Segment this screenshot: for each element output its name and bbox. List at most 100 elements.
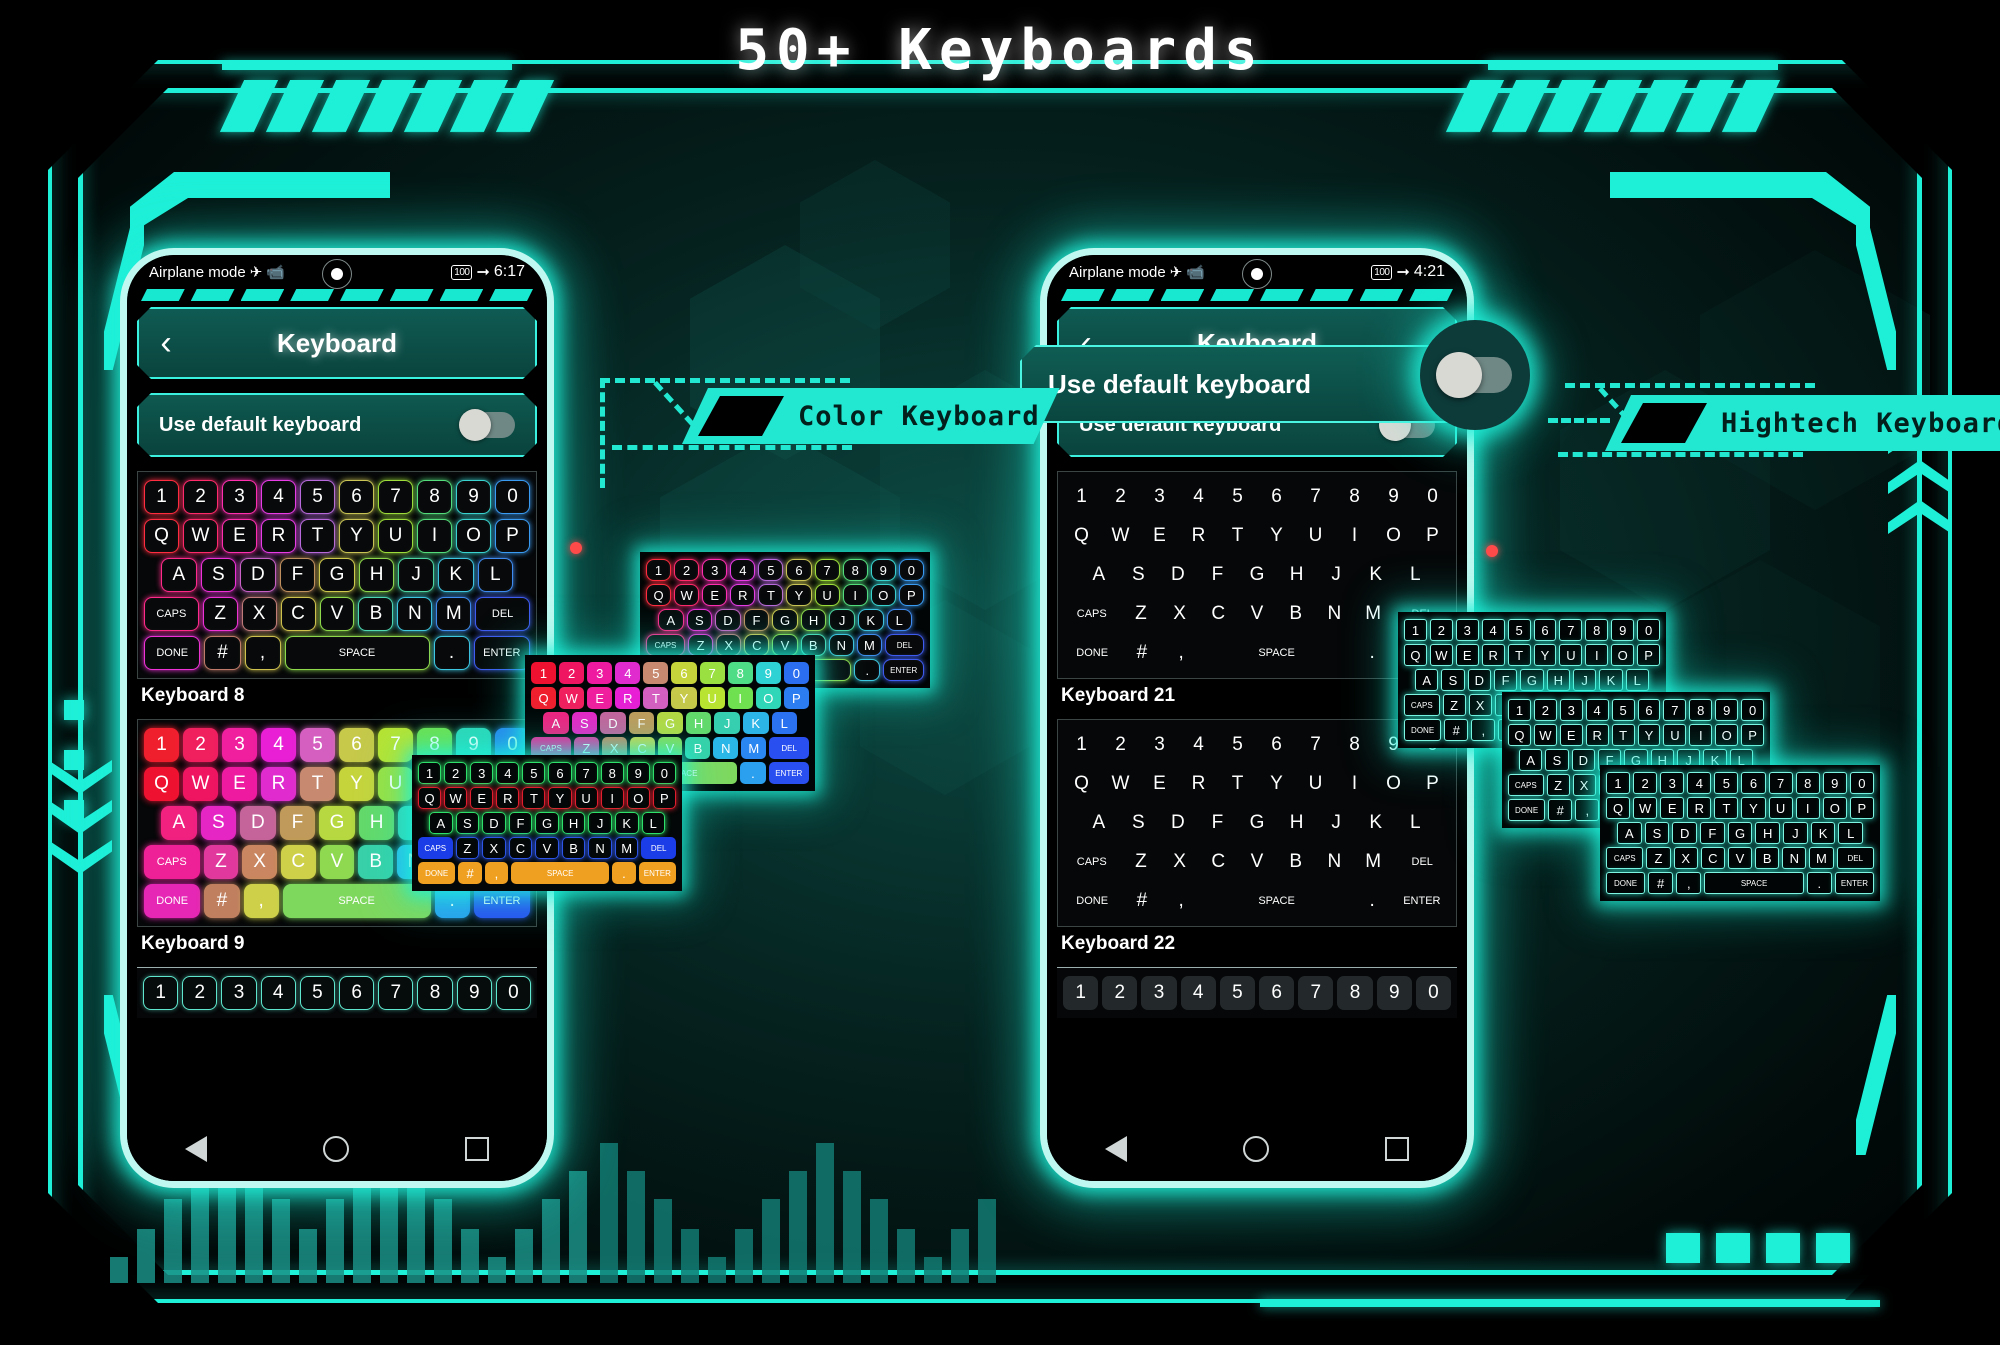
key-2[interactable]: 2 bbox=[1533, 699, 1557, 721]
key-b[interactable]: B bbox=[358, 845, 394, 879]
key-z[interactable]: Z bbox=[455, 837, 480, 859]
key-l[interactable]: L bbox=[771, 712, 798, 734]
key-w[interactable]: W bbox=[1103, 767, 1138, 801]
key-space[interactable]: SPACE bbox=[282, 884, 431, 918]
key-2[interactable]: 2 bbox=[1103, 728, 1138, 762]
key-s[interactable]: S bbox=[686, 609, 713, 631]
key-done[interactable]: DONE bbox=[1064, 636, 1121, 670]
key-n[interactable]: N bbox=[1782, 847, 1807, 869]
key-f[interactable]: F bbox=[1200, 558, 1236, 592]
key-done[interactable]: DONE bbox=[144, 884, 201, 918]
keyboard-card-21[interactable]: 1 2 3 4 5 6 7 8 9 0 Q W E R T Y U I O P … bbox=[1057, 471, 1457, 707]
key-x[interactable]: X bbox=[716, 634, 742, 656]
key-4[interactable]: 4 bbox=[260, 976, 296, 1010]
key-d[interactable]: D bbox=[482, 812, 506, 834]
key-x[interactable]: X bbox=[1162, 597, 1197, 631]
key-7[interactable]: 7 bbox=[699, 662, 725, 684]
key-q[interactable]: Q bbox=[1606, 797, 1631, 819]
key-enter[interactable]: ENTER bbox=[768, 762, 809, 784]
key-y[interactable]: Y bbox=[339, 519, 374, 553]
key-caps[interactable]: CAPS bbox=[1404, 694, 1440, 716]
key-v[interactable]: V bbox=[319, 597, 355, 631]
key-b[interactable]: B bbox=[358, 597, 394, 631]
key-space[interactable]: SPACE bbox=[511, 862, 610, 884]
key-i[interactable]: I bbox=[1795, 797, 1820, 819]
key-e[interactable]: E bbox=[1660, 797, 1685, 819]
key-i[interactable]: I bbox=[842, 584, 868, 606]
key-a[interactable]: A bbox=[161, 558, 197, 592]
key-8[interactable]: 8 bbox=[417, 976, 453, 1010]
key-2[interactable]: 2 bbox=[182, 976, 218, 1010]
key-h[interactable]: H bbox=[561, 812, 586, 834]
key-s[interactable]: S bbox=[1121, 558, 1157, 592]
key-hash[interactable]: # bbox=[204, 884, 240, 918]
key-t[interactable]: T bbox=[1714, 797, 1739, 819]
key-a[interactable]: A bbox=[543, 712, 569, 734]
key-u[interactable]: U bbox=[1663, 724, 1687, 746]
key-u[interactable]: U bbox=[699, 687, 725, 709]
key-q[interactable]: Q bbox=[1064, 519, 1099, 553]
key-y[interactable]: Y bbox=[1533, 644, 1557, 666]
key-y[interactable]: Y bbox=[1637, 724, 1661, 746]
key-4[interactable]: 4 bbox=[1481, 619, 1505, 641]
key-b[interactable]: B bbox=[685, 737, 711, 759]
key-g[interactable]: G bbox=[535, 812, 559, 834]
key-1[interactable]: 1 bbox=[1063, 976, 1099, 1010]
key-1[interactable]: 1 bbox=[144, 728, 179, 762]
magnified-toggle-knob[interactable] bbox=[1420, 320, 1530, 430]
key-comma[interactable]: , bbox=[243, 884, 279, 918]
keyboard-card-partial-right[interactable]: 1 2 3 4 5 6 7 8 9 0 bbox=[1057, 967, 1457, 1018]
key-8[interactable]: 8 bbox=[727, 662, 753, 684]
keyboard-preview-partial-right[interactable]: 1 2 3 4 5 6 7 8 9 0 bbox=[1057, 967, 1457, 1018]
key-4[interactable]: 4 bbox=[261, 728, 296, 762]
key-z[interactable]: Z bbox=[1124, 597, 1159, 631]
key-e[interactable]: E bbox=[222, 519, 257, 553]
key-w[interactable]: W bbox=[1633, 797, 1658, 819]
key-j[interactable]: J bbox=[1572, 669, 1597, 691]
key-h[interactable]: H bbox=[358, 558, 395, 592]
key-j[interactable]: J bbox=[1783, 822, 1808, 844]
key-7[interactable]: 7 bbox=[378, 480, 413, 514]
key-4[interactable]: 4 bbox=[1181, 728, 1216, 762]
use-default-keyboard-toggle[interactable] bbox=[459, 412, 515, 438]
key-r[interactable]: R bbox=[1687, 797, 1712, 819]
key-x[interactable]: X bbox=[482, 837, 506, 859]
key-x[interactable]: X bbox=[1673, 847, 1698, 869]
back-button[interactable]: ‹ bbox=[139, 326, 193, 360]
key-y[interactable]: Y bbox=[339, 767, 374, 801]
keyboard-preview-21[interactable]: 1 2 3 4 5 6 7 8 9 0 Q W E R T Y U I O P … bbox=[1057, 471, 1457, 679]
key-p[interactable]: P bbox=[1415, 767, 1450, 801]
key-9[interactable]: 9 bbox=[456, 976, 492, 1010]
key-v[interactable]: V bbox=[1727, 847, 1753, 869]
key-0[interactable]: 0 bbox=[1415, 976, 1452, 1010]
key-comma[interactable]: , bbox=[244, 636, 281, 670]
key-u[interactable]: U bbox=[1298, 767, 1333, 801]
key-b[interactable]: B bbox=[1755, 847, 1780, 869]
key-q[interactable]: Q bbox=[1508, 724, 1531, 746]
key-3[interactable]: 3 bbox=[222, 728, 257, 762]
key-caps[interactable]: CAPS bbox=[144, 845, 200, 879]
key-9[interactable]: 9 bbox=[1376, 480, 1411, 514]
key-0[interactable]: 0 bbox=[1741, 699, 1765, 721]
key-9[interactable]: 9 bbox=[1715, 699, 1739, 721]
key-l[interactable]: L bbox=[1625, 669, 1649, 691]
key-9[interactable]: 9 bbox=[755, 662, 781, 684]
key-4[interactable]: 4 bbox=[1585, 699, 1609, 721]
key-r[interactable]: R bbox=[1481, 644, 1505, 666]
key-del[interactable]: DEL bbox=[1394, 845, 1450, 879]
key-f[interactable]: F bbox=[508, 812, 533, 834]
key-y[interactable]: Y bbox=[1741, 797, 1766, 819]
key-e[interactable]: E bbox=[470, 787, 494, 809]
key-w[interactable]: W bbox=[183, 767, 218, 801]
key-caps[interactable]: CAPS bbox=[1508, 774, 1544, 796]
key-9[interactable]: 9 bbox=[626, 762, 650, 784]
key-e[interactable]: E bbox=[1142, 519, 1177, 553]
key-k[interactable]: K bbox=[1810, 822, 1836, 844]
key-d[interactable]: D bbox=[1672, 822, 1698, 844]
key-2[interactable]: 2 bbox=[1429, 619, 1453, 641]
key-5[interactable]: 5 bbox=[643, 662, 669, 684]
key-comma[interactable]: , bbox=[1676, 872, 1702, 894]
key-3[interactable]: 3 bbox=[1455, 619, 1479, 641]
key-5[interactable]: 5 bbox=[1507, 619, 1531, 641]
key-comma[interactable]: , bbox=[1164, 884, 1199, 918]
